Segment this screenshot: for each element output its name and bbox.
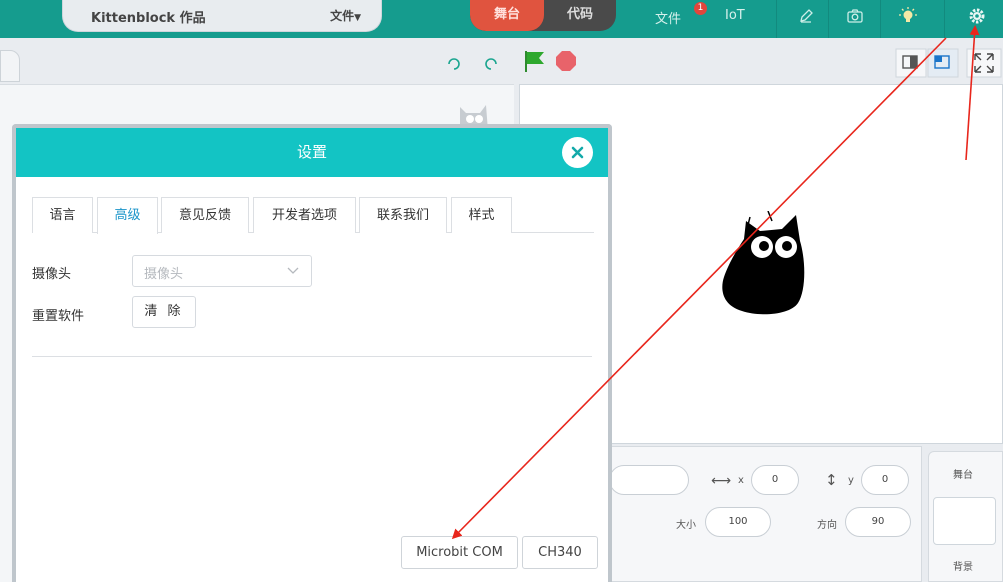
microbit-com-button[interactable]: Microbit COM xyxy=(401,536,518,569)
stage-panel-title: 舞台 xyxy=(953,470,973,481)
camera-label: 摄像头 xyxy=(32,267,72,282)
divider xyxy=(828,0,829,38)
files-badge: 1 xyxy=(694,2,707,15)
top-menu-bar: Kittenblock 作品 文件▼ 舞台 代码 文件 1 IoT xyxy=(0,0,1003,38)
y-label: y xyxy=(848,475,854,486)
stop-icon xyxy=(556,51,576,71)
tab-feedback[interactable]: 意见反馈 xyxy=(161,197,249,233)
modal-header: 设置 xyxy=(16,128,608,177)
camera-select[interactable]: 摄像头 xyxy=(132,255,312,287)
stage-size-controls xyxy=(895,48,1002,78)
x-axis-arrow-icon: ⟷ xyxy=(711,473,732,489)
camera-icon[interactable] xyxy=(845,6,865,26)
undo-redo-controls xyxy=(448,58,497,70)
tab-contact-us[interactable]: 联系我们 xyxy=(359,197,447,233)
redo-icon xyxy=(485,58,497,70)
project-title[interactable]: Kittenblock 作品 xyxy=(91,7,206,26)
y-axis-arrow-icon: ↕ xyxy=(825,471,838,489)
iot-link[interactable]: IoT xyxy=(725,8,745,23)
close-button[interactable] xyxy=(562,137,593,168)
chevron-down-icon xyxy=(287,267,299,274)
reset-label: 重置软件 xyxy=(32,309,85,324)
tab-developer-options[interactable]: 开发者选项 xyxy=(253,197,356,233)
direction-input[interactable]: 90 xyxy=(845,507,911,537)
caret-down-icon: ▼ xyxy=(354,13,361,23)
file-menu[interactable]: 文件▼ xyxy=(330,7,361,24)
run-controls xyxy=(525,51,576,72)
undo-icon xyxy=(448,58,460,70)
close-icon xyxy=(571,146,584,159)
divider xyxy=(880,0,881,38)
green-flag-icon[interactable] xyxy=(525,51,544,72)
code-mode-button[interactable]: 代码 xyxy=(544,0,616,31)
pencil-icon[interactable] xyxy=(796,6,816,26)
editor-tab-stub[interactable] xyxy=(0,50,20,82)
stage-thumbnail[interactable] xyxy=(933,497,996,545)
divider xyxy=(776,0,777,38)
divider xyxy=(944,0,945,38)
gear-icon[interactable] xyxy=(967,6,987,26)
stage-selector-panel[interactable]: 舞台 背景 xyxy=(928,451,1003,582)
file-menu-label: 文件 xyxy=(330,9,355,23)
sprite-name-input[interactable] xyxy=(609,465,689,495)
tab-style[interactable]: 样式 xyxy=(451,197,512,233)
project-title-bar: Kittenblock 作品 文件▼ xyxy=(62,0,382,32)
x-input[interactable]: 0 xyxy=(751,465,799,495)
clear-button[interactable]: 清 除 xyxy=(132,296,196,328)
x-label: x xyxy=(738,475,744,486)
direction-label: 方向 xyxy=(817,520,837,531)
files-link[interactable]: 文件 xyxy=(655,8,681,27)
size-input[interactable]: 100 xyxy=(705,507,771,537)
mode-switch: 舞台 代码 xyxy=(470,0,616,31)
y-input[interactable]: 0 xyxy=(861,465,909,495)
tab-advanced[interactable]: 高级 xyxy=(97,197,158,234)
sprite-info-panel: ⟷ x 0 ↕ y 0 大小 100 方向 90 xyxy=(609,446,922,582)
ch340-button[interactable]: CH340 xyxy=(522,536,598,569)
size-label: 大小 xyxy=(676,520,696,531)
tab-language[interactable]: 语言 xyxy=(32,197,93,233)
backdrop-label: 背景 xyxy=(953,562,973,573)
stage-mode-button[interactable]: 舞台 xyxy=(470,0,544,31)
settings-tabs: 语言 高级 意见反馈 开发者选项 联系我们 样式 xyxy=(32,193,594,234)
divider xyxy=(32,356,592,357)
kitten-sprite[interactable] xyxy=(720,211,808,317)
settings-modal: 设置 语言 高级 意见反馈 开发者选项 联系我们 样式 摄像头 摄像头 重置软件… xyxy=(12,124,612,582)
lightbulb-icon[interactable] xyxy=(898,6,918,26)
modal-title: 设置 xyxy=(296,143,327,161)
camera-select-placeholder: 摄像头 xyxy=(144,267,184,282)
